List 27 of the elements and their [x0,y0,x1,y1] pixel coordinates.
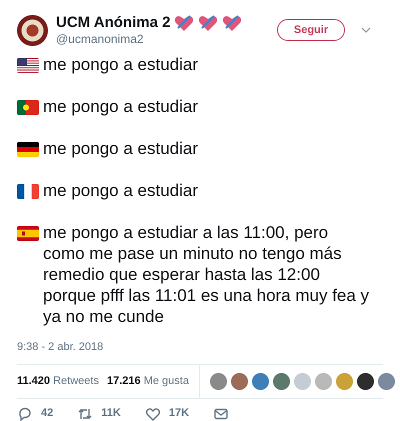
action-count: 17K [168,406,190,421]
heart-icon [222,14,242,32]
flag-icon [17,226,39,241]
stat-count[interactable]: 17.216 Me gusta [106,372,189,390]
author-handle[interactable]: @ucmanonima2 [56,32,242,46]
tweet-text: me pongo a estudiar [43,54,198,75]
action-count: 11K [101,406,121,421]
heart-icon[interactable] [144,406,161,421]
timestamp[interactable]: 9:38 - 2 abr. 2018 [17,339,383,364]
flag-icon [17,142,39,157]
avatar[interactable] [17,14,48,46]
tweet-text: me pongo a estudiar [43,96,198,117]
action-count: 42 [41,406,54,421]
tweet-text: me pongo a estudiar [43,138,198,159]
flag-icon [17,58,39,73]
tweet-text: me pongo a estudiar a las 11:00, pero como me pase un minuto no tengo más remedio que esperar hasta las 12:00 porque pfff las 11:01 es una hora muy fea y ya no me cunde [43,222,370,327]
author-name[interactable]: UCM Anónima 2 [56,14,170,32]
heart-icon [174,14,194,32]
chevron-down-icon[interactable] [361,27,371,33]
follow-button[interactable]: Seguir [277,19,345,41]
speech-bubble-icon[interactable] [17,406,33,421]
avatar[interactable] [356,372,374,390]
stat-count[interactable]: 11.420 Retweets [17,372,99,390]
tweet-text: me pongo a estudiar [43,180,198,201]
flag-icon [17,100,39,115]
flag-icon [17,184,39,199]
heart-icon [198,14,218,32]
